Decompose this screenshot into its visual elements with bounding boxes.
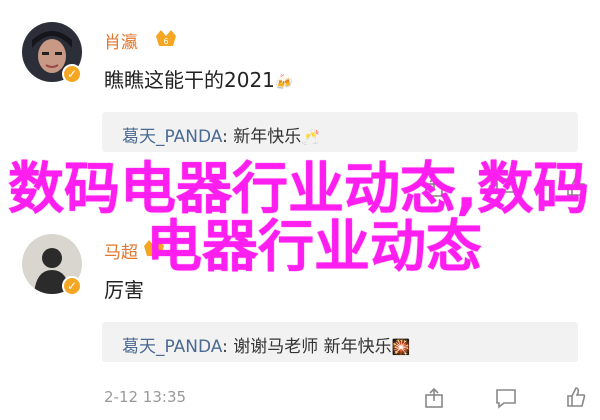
reply-box[interactable]: 葛天_PANDA: 谢谢马老师 新年快乐🎇 — [102, 322, 578, 362]
verified-badge-icon: ✓ — [62, 276, 82, 296]
svg-text:6: 6 — [163, 37, 168, 46]
comment-text: 厉害 — [104, 278, 144, 302]
username[interactable]: 马超 — [104, 238, 138, 263]
watermark-line-2: 电器行业动态 — [146, 215, 482, 280]
clinking-glasses-emoji: 🥂 — [301, 128, 320, 146]
share-icon[interactable] — [422, 386, 446, 410]
reply-box[interactable]: 葛天_PANDA: 新年快乐🥂 — [102, 112, 578, 152]
username[interactable]: 肖瀛 — [104, 28, 138, 53]
watermark-line-1: 数码电器行业动态,数码 — [8, 157, 590, 222]
reply-content: 葛天_PANDA: 新年快乐🥂 — [122, 127, 320, 147]
reply-text: 新年快乐 — [233, 127, 302, 147]
comment-text: 瞧瞧这能干的2021🍻 — [104, 68, 294, 92]
like-icon[interactable] — [564, 385, 588, 409]
beer-mug-emoji: 🍻 — [274, 72, 294, 91]
timestamp: 2-12 13:35 — [104, 388, 187, 406]
verified-badge-icon: ✓ — [62, 64, 82, 84]
reply-username[interactable]: 葛天_PANDA — [122, 127, 222, 147]
vip-badge-icon: 6 — [156, 30, 176, 46]
reply-content: 葛天_PANDA: 谢谢马老师 新年快乐🎇 — [122, 337, 411, 357]
comment-icon[interactable] — [494, 386, 518, 410]
reply-text: 谢谢马老师 新年快乐 — [233, 337, 392, 357]
reply-username[interactable]: 葛天_PANDA — [122, 337, 222, 357]
sparkler-emoji: 🎇 — [391, 338, 411, 356]
